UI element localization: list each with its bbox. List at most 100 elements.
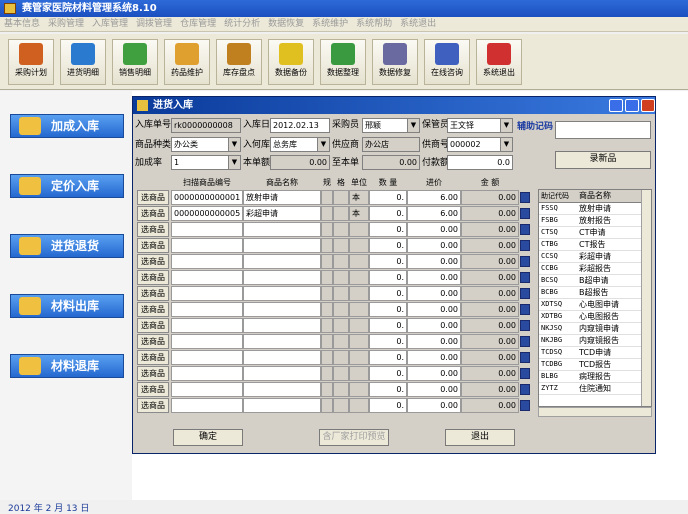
table-cell-qty[interactable]: 0.: [369, 334, 407, 349]
warehouse-select[interactable]: 总务库 ▼: [270, 137, 330, 152]
table-cell-name[interactable]: [243, 254, 321, 269]
table-cell-amount[interactable]: 0.00: [461, 238, 519, 253]
table-cell-code[interactable]: [171, 254, 243, 269]
calculator-icon[interactable]: [520, 192, 530, 203]
list-item[interactable]: BLBG 病理报告: [539, 371, 651, 383]
table-cell[interactable]: [321, 254, 333, 269]
table-cell-price[interactable]: 6.00: [407, 206, 461, 221]
table-cell-unit[interactable]: 本: [349, 206, 369, 221]
list-item[interactable]: CCSQ 彩超申请: [539, 251, 651, 263]
table-cell-name[interactable]: [243, 334, 321, 349]
table-cell-code[interactable]: [171, 318, 243, 333]
select-item-button[interactable]: 选商品: [137, 206, 169, 221]
table-cell-qty[interactable]: 0.: [369, 238, 407, 253]
toolbar-button[interactable]: 库存盘点: [216, 39, 262, 85]
table-cell-code[interactable]: [171, 270, 243, 285]
table-cell-price[interactable]: 0.00: [407, 302, 461, 317]
toolbar-button[interactable]: 药品维护: [164, 39, 210, 85]
menu-item[interactable]: 数据恢复: [264, 17, 308, 32]
calculator-icon[interactable]: [520, 240, 530, 251]
table-cell[interactable]: [333, 270, 349, 285]
table-cell[interactable]: [321, 190, 333, 205]
toolbar-button[interactable]: 系统退出: [476, 39, 522, 85]
ok-button[interactable]: 确定: [173, 429, 243, 446]
table-cell-amount[interactable]: 0.00: [461, 270, 519, 285]
select-item-button[interactable]: 选商品: [137, 254, 169, 269]
table-cell-name[interactable]: [243, 318, 321, 333]
list-item[interactable]: BCSQ B超申请: [539, 275, 651, 287]
list-item[interactable]: BCBG B超报告: [539, 287, 651, 299]
toolbar-button[interactable]: 数据备份: [268, 39, 314, 85]
aux-code-input[interactable]: [555, 121, 651, 139]
table-cell-name[interactable]: [243, 270, 321, 285]
chevron-down-icon[interactable]: ▼: [500, 119, 512, 132]
calculator-icon[interactable]: [520, 272, 530, 283]
table-cell-amount[interactable]: 0.00: [461, 222, 519, 237]
doc-no-field[interactable]: rk0000000008: [171, 118, 241, 133]
toolbar-button[interactable]: 采购计划: [8, 39, 54, 85]
table-cell-price[interactable]: 0.00: [407, 286, 461, 301]
table-cell-name[interactable]: [243, 366, 321, 381]
list-item[interactable]: XDTSQ 心电图申请: [539, 299, 651, 311]
nav-button[interactable]: 进货退货: [10, 234, 124, 258]
table-cell-code[interactable]: [171, 398, 243, 413]
select-item-button[interactable]: 选商品: [137, 382, 169, 397]
table-cell[interactable]: [321, 270, 333, 285]
toolbar-button[interactable]: 销售明细: [112, 39, 158, 85]
table-cell-name[interactable]: [243, 302, 321, 317]
table-cell-name[interactable]: 彩超申请: [243, 206, 321, 221]
list-item[interactable]: CCBG 彩超报告: [539, 263, 651, 275]
table-cell[interactable]: [321, 206, 333, 221]
category-select[interactable]: 办公类 ▼: [171, 137, 241, 152]
calculator-icon[interactable]: [520, 384, 530, 395]
table-cell-qty[interactable]: 0.: [369, 382, 407, 397]
table-cell-amount[interactable]: 0.00: [461, 254, 519, 269]
list-item[interactable]: TCDSQ TCD申请: [539, 347, 651, 359]
table-cell-unit[interactable]: [349, 254, 369, 269]
menu-item[interactable]: 基本信息: [0, 17, 44, 32]
list-item[interactable]: NKJSQ 内窥镜申请: [539, 323, 651, 335]
table-cell[interactable]: [333, 350, 349, 365]
chevron-down-icon[interactable]: ▼: [407, 119, 419, 132]
nav-button[interactable]: 定价入库: [10, 174, 124, 198]
table-cell-amount[interactable]: 0.00: [461, 350, 519, 365]
table-cell-unit[interactable]: [349, 366, 369, 381]
table-cell[interactable]: [333, 318, 349, 333]
table-cell[interactable]: [333, 222, 349, 237]
toolbar-button[interactable]: 进货明细: [60, 39, 106, 85]
select-item-button[interactable]: 选商品: [137, 334, 169, 349]
table-cell[interactable]: [321, 238, 333, 253]
table-cell-code[interactable]: 0000000000005: [171, 206, 243, 221]
list-item[interactable]: CTBG CT报告: [539, 239, 651, 251]
select-item-button[interactable]: 选商品: [137, 398, 169, 413]
quick-code-list[interactable]: 助记代码 商品名称 FSSQ 放射申请 FSBG 放射报告 CTSQ CT申请 CTBG CT…: [538, 189, 652, 407]
toolbar-button[interactable]: 在线咨询: [424, 39, 470, 85]
table-cell-code[interactable]: [171, 222, 243, 237]
table-cell-price[interactable]: 6.00: [407, 190, 461, 205]
table-cell-qty[interactable]: 0.: [369, 206, 407, 221]
table-cell-code[interactable]: 0000000000001: [171, 190, 243, 205]
table-cell[interactable]: [333, 190, 349, 205]
table-cell[interactable]: [321, 286, 333, 301]
table-cell-price[interactable]: 0.00: [407, 350, 461, 365]
list-item[interactable]: TCDBG TCD报告: [539, 359, 651, 371]
nav-button[interactable]: 材料出库: [10, 294, 124, 318]
buyer-select[interactable]: 邢颖 ▼: [362, 118, 420, 133]
in-date-field[interactable]: 2012.02.13: [270, 118, 330, 133]
supplier-no-select[interactable]: 000002 ▼: [447, 137, 513, 152]
list-item[interactable]: NKJBG 内窥镜报告: [539, 335, 651, 347]
table-cell-qty[interactable]: 0.: [369, 222, 407, 237]
chevron-down-icon[interactable]: ▼: [228, 156, 240, 169]
select-item-button[interactable]: 选商品: [137, 318, 169, 333]
table-cell[interactable]: [321, 398, 333, 413]
table-cell-unit[interactable]: [349, 302, 369, 317]
horizontal-scrollbar[interactable]: [538, 407, 652, 417]
table-cell-code[interactable]: [171, 382, 243, 397]
nav-button[interactable]: 加成入库: [10, 114, 124, 138]
table-cell-unit[interactable]: [349, 350, 369, 365]
table-cell-qty[interactable]: 0.: [369, 398, 407, 413]
menu-item[interactable]: 统计分析: [220, 17, 264, 32]
table-cell-price[interactable]: 0.00: [407, 270, 461, 285]
table-cell-unit[interactable]: [349, 382, 369, 397]
calculator-icon[interactable]: [520, 224, 530, 235]
